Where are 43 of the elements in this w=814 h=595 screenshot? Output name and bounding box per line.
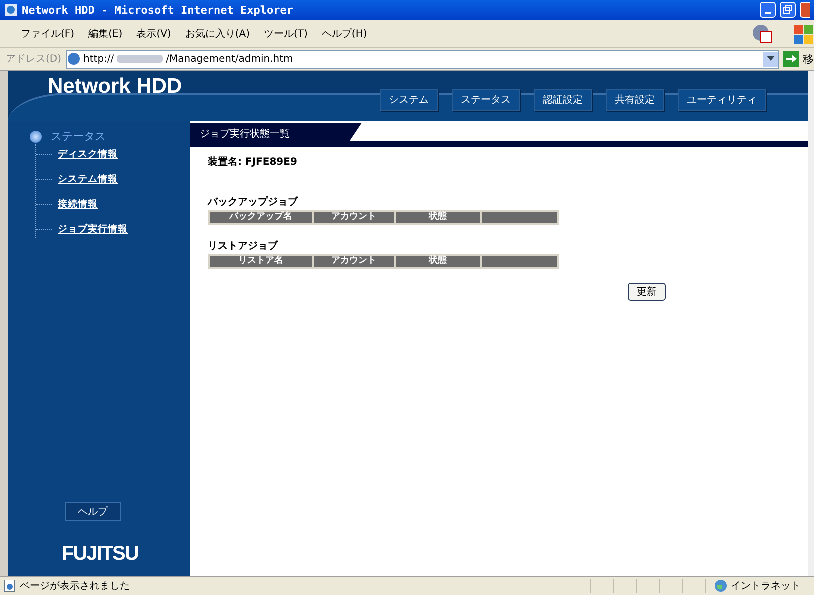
page-icon <box>4 580 16 592</box>
restore-icon <box>783 5 793 15</box>
window-title: Network HDD - Microsoft Internet Explorer <box>22 4 295 16</box>
dropdown-button[interactable] <box>763 52 778 66</box>
minimize-button[interactable] <box>760 2 776 18</box>
status-text: ページが表示されました <box>20 580 130 593</box>
address-field[interactable]: http:// /Management/admin.htm <box>66 50 779 68</box>
logo: Network HDD <box>47 74 182 100</box>
globe-icon <box>714 579 728 593</box>
menu-item[interactable]: お気に入り(A) <box>178 24 257 42</box>
zone-text: イントラネット <box>731 580 801 593</box>
nav-button[interactable]: 共有設定 <box>606 89 664 111</box>
globe-icon <box>66 52 81 66</box>
go-button[interactable]: 移 <box>803 52 814 66</box>
windows-logo-icon <box>792 22 814 44</box>
nav-button[interactable]: システム <box>380 89 438 111</box>
device-name: 装置名: FJFE89E9 <box>208 156 298 169</box>
section-heading: バックアップジョブ <box>208 195 298 209</box>
menu-item[interactable]: ファイル(F) <box>14 24 82 42</box>
refresh-button[interactable]: 更新 <box>628 283 666 301</box>
caret-icon <box>766 56 774 62</box>
menu-item[interactable]: ヘルプ(H) <box>314 24 374 42</box>
table-header: リストア名 アカウント 状態 <box>208 254 559 269</box>
sidebar-link[interactable]: システム情報 <box>58 173 118 186</box>
sidebar-link[interactable]: ジョブ実行情報 <box>58 223 128 236</box>
bullet-icon <box>30 130 42 142</box>
menu-item[interactable]: 表示(V) <box>130 24 178 42</box>
nav-button[interactable]: 認証設定 <box>534 89 592 111</box>
menu-item[interactable]: 編集(E) <box>82 24 130 42</box>
sidebar-link[interactable]: 接続情報 <box>58 198 98 211</box>
restore-button[interactable] <box>780 2 796 18</box>
address-label: アドレス(D) <box>6 53 62 66</box>
sidebar-link[interactable]: ディスク情報 <box>58 148 118 161</box>
sidebar-heading: ステータス <box>51 129 106 144</box>
pdf-icon[interactable] <box>752 24 774 44</box>
table-header: バックアップ名 アカウント 状態 <box>208 210 559 225</box>
brand-logo: FUJITSU <box>62 543 140 566</box>
help-button[interactable]: ヘルプ <box>65 502 121 521</box>
app-icon <box>4 3 18 17</box>
menu-item[interactable]: ツール(T) <box>257 24 315 42</box>
section-heading: リストアジョブ <box>208 240 278 253</box>
nav-button[interactable]: ステータス <box>452 89 520 111</box>
nav-button[interactable]: ユーティリティ <box>678 89 766 111</box>
